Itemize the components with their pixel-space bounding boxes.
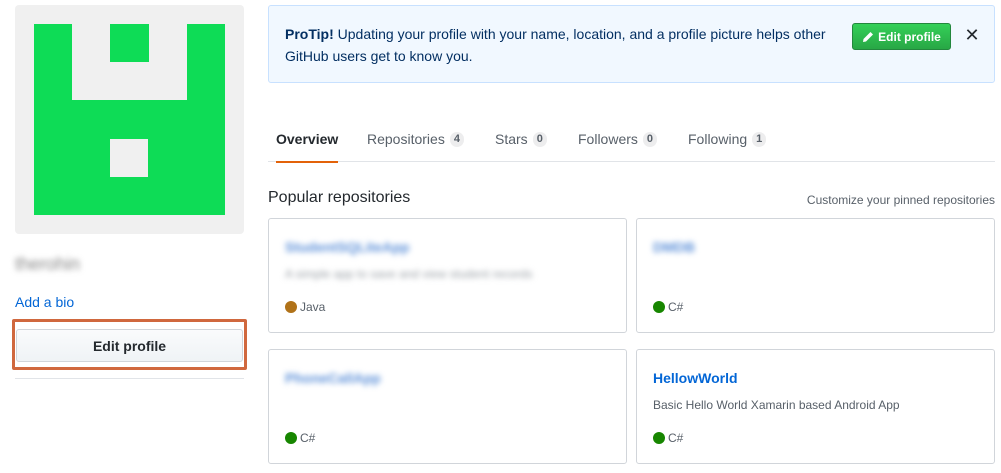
repo-card: StudentSQLiteApp A simple app to save an… <box>268 218 627 333</box>
repo-language: C# <box>285 431 315 445</box>
language-name: C# <box>668 431 684 445</box>
tab-repositories[interactable]: Repositories 4 <box>367 116 464 162</box>
profile-page: therohin Add a bio Edit profile ProTip! … <box>0 0 1001 473</box>
repo-language: Java <box>285 300 325 314</box>
protip-label: ProTip! <box>285 26 334 42</box>
repo-description: A simple app to save and view student re… <box>285 267 533 281</box>
protip-message: ProTip! Updating your profile with your … <box>285 23 845 67</box>
identicon-image <box>34 24 225 215</box>
tab-stars[interactable]: Stars 0 <box>495 116 547 162</box>
profile-tabs: Overview Repositories 4 Stars 0 Follower… <box>268 116 995 163</box>
language-color-icon <box>653 432 665 444</box>
protip-edit-profile-button[interactable]: Edit profile <box>852 23 951 50</box>
repo-name-link[interactable]: StudentSQLiteApp <box>285 239 409 255</box>
protip-text: Updating your profile with your name, lo… <box>285 26 826 64</box>
close-icon[interactable]: ✕ <box>964 24 979 46</box>
repo-card: DMDB C# <box>636 218 995 333</box>
customize-pins-link[interactable]: Customize your pinned repositories <box>807 193 995 207</box>
profile-username: therohin <box>15 254 81 274</box>
tab-label: Followers <box>578 131 638 147</box>
repo-card: PhoneCallApp C# <box>268 349 627 464</box>
repo-language: C# <box>653 300 683 314</box>
repo-name-link[interactable]: PhoneCallApp <box>285 370 381 386</box>
tab-label: Repositories <box>367 131 445 147</box>
protip-button-label: Edit profile <box>878 29 941 44</box>
repo-name-link[interactable]: HellowWorld <box>653 370 738 386</box>
tab-label: Stars <box>495 131 528 147</box>
tab-counter: 4 <box>449 131 464 147</box>
sidebar-divider <box>15 378 244 379</box>
protip-banner: ProTip! Updating your profile with your … <box>268 5 995 83</box>
language-name: C# <box>668 300 684 314</box>
language-name: C# <box>300 431 316 445</box>
tab-label: Overview <box>276 131 339 147</box>
tab-counter: 0 <box>642 131 658 147</box>
tab-counter: 0 <box>532 131 547 147</box>
avatar[interactable] <box>15 5 244 234</box>
repo-card: HellowWorld Basic Hello World Xamarin ba… <box>636 349 995 464</box>
tab-followers[interactable]: Followers 0 <box>578 116 658 162</box>
repo-name-link[interactable]: DMDB <box>653 239 695 255</box>
edit-profile-button[interactable]: Edit profile <box>16 329 243 362</box>
repo-language: C# <box>653 431 683 445</box>
pencil-icon <box>863 31 874 42</box>
tab-counter: 1 <box>752 131 767 147</box>
language-color-icon <box>285 432 297 444</box>
repo-description: Basic Hello World Xamarin based Android … <box>653 398 900 412</box>
tab-overview[interactable]: Overview <box>276 116 339 163</box>
language-color-icon <box>285 301 297 313</box>
language-name: Java <box>300 300 326 314</box>
language-color-icon <box>653 301 665 313</box>
tab-label: Following <box>688 131 748 147</box>
popular-repos-title: Popular repositories <box>268 189 411 206</box>
tab-following[interactable]: Following 1 <box>688 116 767 162</box>
add-bio-link[interactable]: Add a bio <box>15 294 74 310</box>
